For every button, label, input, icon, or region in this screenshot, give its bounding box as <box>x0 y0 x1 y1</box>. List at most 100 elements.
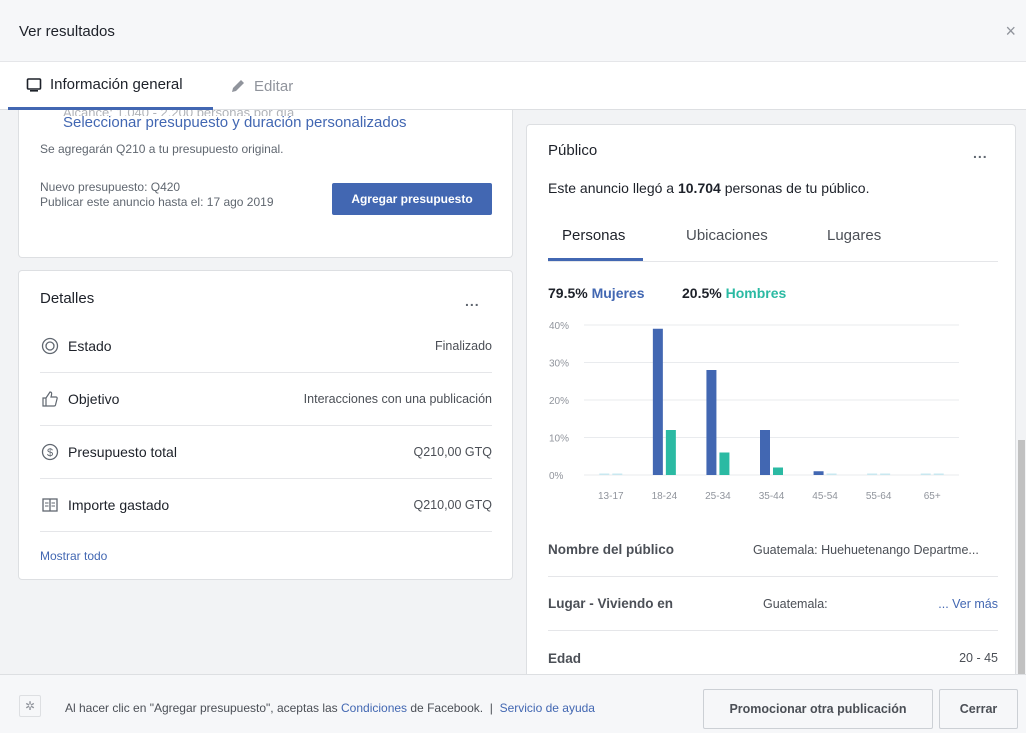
detail-label: Importe gastado <box>68 497 170 513</box>
new-budget-info: Nuevo presupuesto: Q420 Publicar este an… <box>40 180 274 210</box>
x-tick-label: 55-64 <box>866 491 892 502</box>
bar-men[interactable] <box>933 473 944 476</box>
bar-women[interactable] <box>813 471 824 475</box>
add-budget-button[interactable]: Agregar presupuesto <box>332 183 492 215</box>
active-tab-indicator <box>548 258 643 261</box>
bar-women[interactable] <box>599 473 610 476</box>
women-label: Mujeres <box>591 285 645 301</box>
tab-placements[interactable]: Ubicaciones <box>686 227 768 244</box>
bar-women[interactable] <box>760 430 770 475</box>
x-tick-label: 25-34 <box>705 491 731 502</box>
scrollbar-thumb[interactable] <box>1018 440 1025 674</box>
close-icon[interactable]: × <box>1005 22 1016 40</box>
y-tick-label: 40% <box>549 321 569 332</box>
details-title: Detalles <box>40 290 95 307</box>
footer-note-prefix: Al hacer clic en "Agregar presupuesto", … <box>65 701 341 715</box>
x-tick-label: 35-44 <box>759 491 785 502</box>
x-tick-label: 13-17 <box>598 491 624 502</box>
tab-edit[interactable]: Editar <box>230 62 293 110</box>
x-tick-label: 65+ <box>924 491 941 502</box>
detail-row-objective: Objetivo Interacciones con una publicaci… <box>40 373 492 426</box>
detail-row-amount-spent: Importe gastado Q210,00 GTQ <box>40 479 492 532</box>
help-link[interactable]: Servicio de ayuda <box>500 701 595 715</box>
y-tick-label: 0% <box>549 471 564 482</box>
men-stat: 20.5% Hombres <box>682 285 786 301</box>
bar-women[interactable] <box>706 370 717 475</box>
audience-row-label: Nombre del público <box>548 542 675 557</box>
y-tick-label: 10% <box>549 434 569 445</box>
tab-people[interactable]: Personas <box>562 227 625 244</box>
thumbs-up-icon <box>40 389 60 409</box>
audience-title: Público <box>548 142 598 159</box>
men-percent: 20.5% <box>682 285 722 301</box>
detail-label: Presupuesto total <box>68 444 177 460</box>
budget-note: Se agregarán Q210 a tu presupuesto origi… <box>40 142 284 156</box>
details-card: Detalles ... Estado Finalizado Objetivo … <box>18 270 513 580</box>
monitor-icon <box>26 77 42 92</box>
reach-prefix: Este anuncio llegó a <box>548 180 678 196</box>
bar-women[interactable] <box>920 473 931 476</box>
tab-overview-label: Información general <box>50 76 183 93</box>
pencil-icon <box>232 80 244 92</box>
detail-row-total-budget: $ Presupuesto total Q210,00 GTQ <box>40 426 492 479</box>
tab-overview[interactable]: Información general <box>8 62 213 110</box>
audience-more-icon[interactable]: ... <box>973 145 988 161</box>
dialog-header: Ver resultados × <box>0 0 1026 62</box>
bar-men[interactable] <box>612 473 623 476</box>
reach-text: Este anuncio llegó a 10.704 personas de … <box>548 180 869 196</box>
bar-men[interactable] <box>773 467 783 476</box>
audience-row-value: Guatemala: Huehuetenango Departme... <box>753 542 979 557</box>
details-more-icon[interactable]: ... <box>465 293 480 309</box>
audience-name-row: Nombre del público Guatemala: Huehuetena… <box>548 523 998 577</box>
audience-row-label: Edad <box>548 650 582 666</box>
y-tick-label: 20% <box>549 396 569 407</box>
footer-note: Al hacer clic en "Agregar presupuesto", … <box>65 701 595 715</box>
bar-women[interactable] <box>867 473 878 476</box>
audience-row-label: Lugar - Viviendo en <box>548 596 674 611</box>
bar-men[interactable] <box>880 473 891 476</box>
show-all-link[interactable]: Mostrar todo <box>40 549 107 563</box>
detail-value: Q210,00 GTQ <box>413 445 492 459</box>
tabs-divider <box>548 261 998 262</box>
terms-link[interactable]: Condiciones <box>341 701 407 715</box>
audience-card: Público ... Este anuncio llegó a 10.704 … <box>526 124 1016 674</box>
tab-places[interactable]: Lugares <box>827 227 881 244</box>
location-row: Lugar - Viviendo en Guatemala: ... Ver m… <box>548 577 998 631</box>
scrollbar[interactable] <box>1016 110 1026 674</box>
audience-row-value: 20 - 45 <box>959 651 998 665</box>
dollar-icon: $ <box>40 442 60 462</box>
dialog-footer: ✲ Al hacer clic en "Agregar presupuesto"… <box>0 674 1026 733</box>
bar-men[interactable] <box>719 452 730 476</box>
age-gender-chart: 0% 10% 20% 30% 40% 13-17 18-24 25-34 35-44 45-54 5… <box>549 321 959 502</box>
custom-budget-link[interactable]: Seleccionar presupuesto y duración perso… <box>63 114 407 131</box>
ledger-icon <box>40 495 60 515</box>
reach-suffix: personas de tu público. <box>720 180 870 196</box>
publish-until-text: Publicar este anuncio hasta el: 17 ago 2… <box>40 195 274 209</box>
y-tick-label: 30% <box>549 359 569 370</box>
age-row: Edad 20 - 45 <box>548 631 998 674</box>
x-tick-label: 45-54 <box>812 491 838 502</box>
detail-label: Estado <box>68 338 112 354</box>
bar-women[interactable] <box>652 328 663 475</box>
see-more-link[interactable]: ... Ver más <box>938 597 998 611</box>
detail-value: Interacciones con una publicación <box>303 392 492 406</box>
bar-men[interactable] <box>665 430 676 475</box>
svg-text:$: $ <box>47 447 53 459</box>
men-label: Hombres <box>725 285 787 301</box>
gear-icon[interactable]: ✲ <box>19 695 41 717</box>
women-percent: 79.5% <box>548 285 588 301</box>
x-tick-label: 18-24 <box>652 491 678 502</box>
status-icon <box>40 336 60 356</box>
footer-separator: | <box>489 701 493 715</box>
dialog-title: Ver resultados <box>19 23 115 40</box>
content-area: Alcance: 1.040 - 2.200 personas por día … <box>0 110 1026 674</box>
audience-row-value: Guatemala: <box>763 596 828 611</box>
footer-note-suffix: de Facebook. <box>407 701 484 715</box>
detail-value: Q210,00 GTQ <box>413 498 492 512</box>
tab-edit-label: Editar <box>254 77 294 95</box>
budget-card: Alcance: 1.040 - 2.200 personas por día … <box>18 110 513 258</box>
close-button[interactable]: Cerrar <box>939 689 1018 729</box>
promote-another-post-button[interactable]: Promocionar otra publicación <box>703 689 933 729</box>
bar-men[interactable] <box>826 473 837 476</box>
new-budget-text: Nuevo presupuesto: Q420 <box>40 180 181 194</box>
